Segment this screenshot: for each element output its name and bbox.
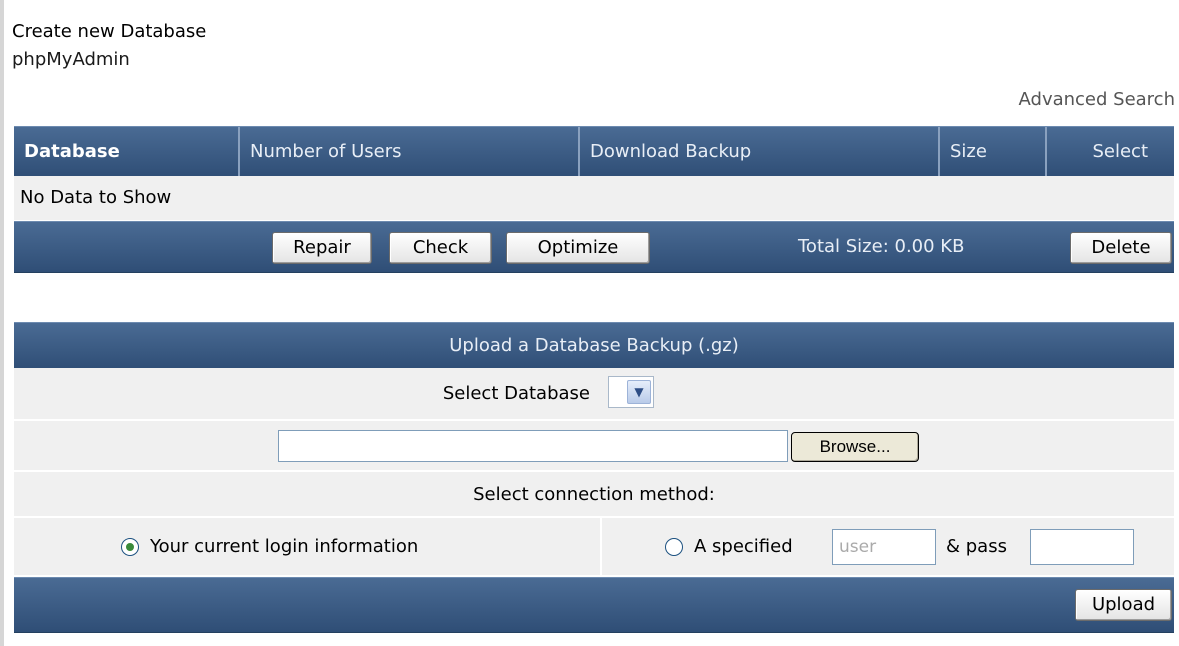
current-login-label[interactable]: Your current login information [150, 518, 418, 576]
select-database-label: Select Database [442, 383, 590, 404]
empty-table-message: No Data to Show [14, 176, 1174, 220]
top-links: Create new Database phpMyAdmin [12, 18, 206, 74]
create-database-link[interactable]: Create new Database [12, 18, 206, 46]
options-divider [600, 518, 602, 576]
total-size-label: Total Size: 0.00 KB [798, 236, 965, 257]
database-actions-bar: Repair Check Optimize Total Size: 0.00 K… [14, 221, 1174, 273]
column-header-download-backup[interactable]: Download Backup [580, 127, 940, 177]
browse-button[interactable]: Browse... [791, 432, 919, 462]
phpmyadmin-link[interactable]: phpMyAdmin [12, 46, 206, 74]
specified-user-input[interactable] [832, 529, 936, 565]
column-header-select[interactable]: Select [1047, 127, 1174, 177]
specified-login-radio[interactable] [665, 538, 683, 556]
select-database-row: Select Database ▼ [14, 368, 1174, 420]
database-table-header: Database Number of Users Download Backup… [14, 126, 1174, 178]
pass-label: & pass [946, 536, 1007, 557]
backup-file-path-input[interactable] [278, 430, 788, 462]
delete-button[interactable]: Delete [1070, 232, 1172, 264]
select-database-dropdown[interactable]: ▼ [608, 376, 654, 408]
check-button[interactable]: Check [389, 232, 492, 264]
file-upload-row: Browse... [14, 421, 1174, 471]
chevron-down-icon[interactable]: ▼ [627, 380, 651, 404]
advanced-search-link[interactable]: Advanced Search [1019, 89, 1175, 110]
connection-method-label: Select connection method: [473, 484, 715, 505]
connection-method-row: Select connection method: [14, 472, 1174, 517]
column-header-number-of-users[interactable]: Number of Users [240, 127, 580, 177]
upload-footer-bar: Upload [14, 577, 1174, 633]
column-header-size[interactable]: Size [940, 127, 1047, 177]
upload-section-title: Upload a Database Backup (.gz) [14, 322, 1174, 370]
optimize-button[interactable]: Optimize [506, 232, 650, 264]
radio-selected-dot [126, 543, 134, 551]
specified-pass-input[interactable] [1030, 529, 1134, 565]
upload-button[interactable]: Upload [1075, 589, 1172, 621]
left-border [0, 0, 4, 646]
connection-options-row: Your current login information A specifi… [14, 518, 1174, 576]
repair-button[interactable]: Repair [272, 232, 372, 264]
specified-login-label[interactable]: A specified [694, 518, 793, 576]
current-login-radio[interactable] [121, 538, 139, 556]
column-header-database[interactable]: Database [14, 127, 240, 177]
